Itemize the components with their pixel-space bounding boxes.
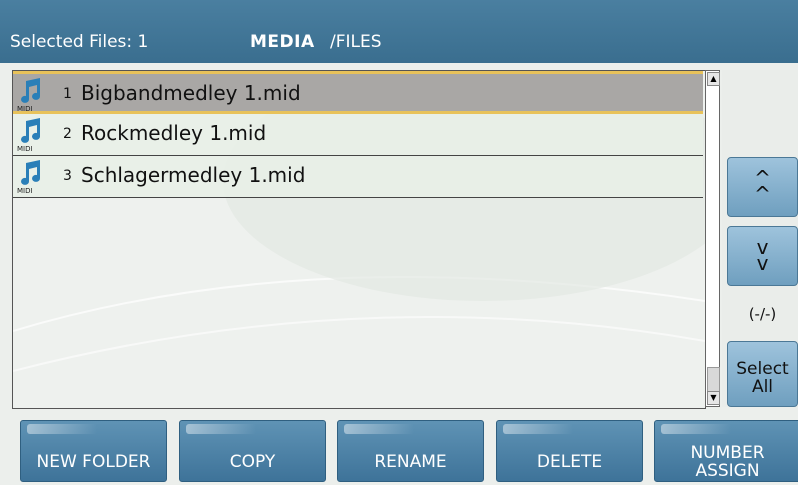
file-index: 1 (63, 86, 72, 102)
page-up-button[interactable]: ^ ^ (727, 157, 798, 217)
button-shine (186, 424, 256, 434)
file-type-label: MIDI (17, 145, 33, 153)
music-note-icon: MIDI (17, 118, 41, 153)
number-assign-line1: NUMBER (690, 443, 765, 463)
rename-button[interactable]: RENAME (337, 420, 484, 482)
file-type-label: MIDI (17, 105, 33, 113)
new-folder-label: NEW FOLDER (36, 452, 151, 472)
file-row-2[interactable]: MIDI 2 Rockmedley 1.mid (13, 114, 703, 156)
button-shine (503, 424, 573, 434)
list-scrollbar[interactable]: ▲ ▼ (705, 70, 720, 407)
select-all-label-line1: Select (736, 359, 789, 379)
page-down-button[interactable]: vv (727, 226, 798, 286)
file-list: MIDI 1 Bigbandmedley 1.mid MIDI 2 Rockme… (12, 70, 706, 409)
rename-label: RENAME (374, 452, 447, 472)
music-note-icon: MIDI (17, 78, 41, 113)
scroll-thumb[interactable] (707, 367, 720, 393)
button-shine (27, 424, 97, 434)
file-index: 3 (63, 168, 72, 184)
music-note-icon: MIDI (17, 160, 41, 195)
location-path: /FILES (330, 32, 382, 52)
copy-label: COPY (229, 452, 276, 472)
button-shine (661, 424, 731, 434)
file-row-1[interactable]: MIDI 1 Bigbandmedley 1.mid (13, 71, 703, 114)
delete-label: DELETE (536, 452, 603, 472)
file-name: Rockmedley 1.mid (81, 121, 267, 145)
file-row-3[interactable]: MIDI 3 Schlagermedley 1.mid (13, 156, 703, 198)
file-type-label: MIDI (17, 187, 33, 195)
page-indicator: (-/-) (748, 305, 777, 323)
new-folder-button[interactable]: NEW FOLDER (20, 420, 167, 482)
double-chevron-up-icon: ^ ^ (754, 166, 771, 206)
selected-files-count: Selected Files: 1 (10, 32, 149, 52)
number-assign-line2: ASSIGN (695, 461, 760, 481)
copy-button[interactable]: COPY (179, 420, 326, 482)
number-assign-label: NUMBER ASSIGN (655, 444, 798, 480)
file-name: Schlagermedley 1.mid (81, 163, 306, 187)
select-all-label-line2: All (751, 377, 774, 397)
scroll-up-arrow-icon[interactable]: ▲ (707, 72, 720, 86)
double-chevron-down-icon: vv (756, 235, 769, 275)
select-all-button[interactable]: Select All (727, 341, 798, 407)
file-index: 2 (63, 126, 72, 142)
file-name: Bigbandmedley 1.mid (81, 81, 301, 105)
scroll-down-arrow-icon[interactable]: ▼ (707, 391, 720, 405)
button-shine (344, 424, 414, 434)
number-assign-button[interactable]: NUMBER ASSIGN (654, 420, 798, 482)
location-media: MEDIA (250, 32, 315, 52)
delete-button[interactable]: DELETE (496, 420, 643, 482)
top-header: Selected Files: 1 MEDIA /FILES (0, 0, 798, 63)
